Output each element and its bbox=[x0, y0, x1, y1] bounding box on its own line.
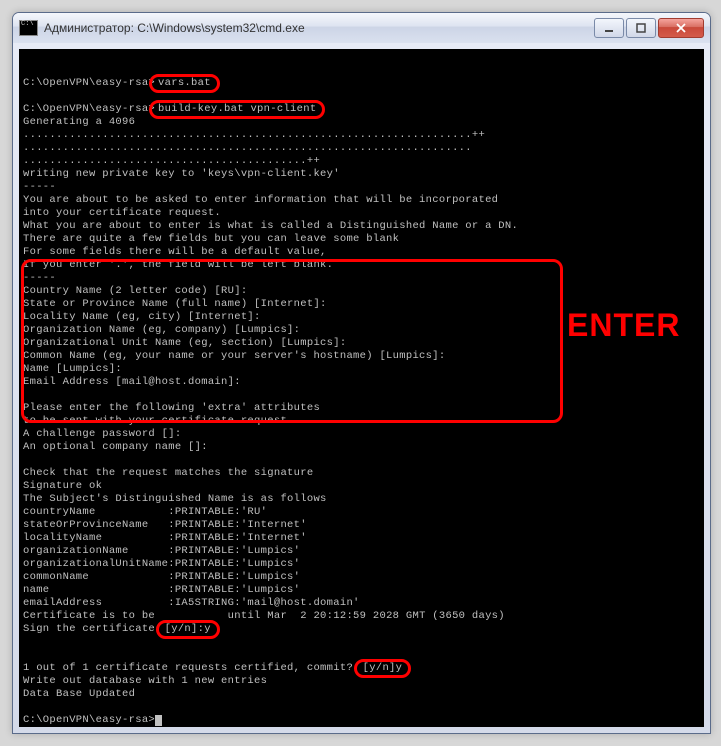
output-line: stateOrProvinceName :PRINTABLE:'Internet… bbox=[23, 519, 307, 531]
prompt-line: Country Name (2 letter code) [RU]: bbox=[23, 285, 247, 297]
highlight-cmd1: vars.bat bbox=[149, 74, 220, 93]
output-line: Please enter the following 'extra' attri… bbox=[23, 402, 320, 414]
output-line: The Subject's Distinguished Name is as f… bbox=[23, 493, 327, 505]
prompt: C:\OpenVPN\easy-rsa> bbox=[23, 714, 155, 726]
prompt-line: State or Province Name (full name) [Inte… bbox=[23, 298, 327, 310]
cmd-window: C:\ Администратор: C:\Windows\system32\c… bbox=[12, 12, 711, 734]
output-line: name :PRINTABLE:'Lumpics' bbox=[23, 584, 300, 596]
output-line: ........................................… bbox=[23, 142, 472, 154]
blank-line bbox=[23, 64, 30, 76]
highlight-cmd2: build-key.bat vpn-client bbox=[149, 100, 325, 119]
output-line: You are about to be asked to enter infor… bbox=[23, 194, 498, 206]
prompt-line: A challenge password []: bbox=[23, 428, 181, 440]
prompt-line: Organizational Unit Name (eg, section) [… bbox=[23, 337, 346, 349]
cursor bbox=[155, 715, 162, 726]
titlebar[interactable]: C:\ Администратор: C:\Windows\system32\c… bbox=[13, 13, 710, 43]
prompt-line: Common Name (eg, your name or your serve… bbox=[23, 350, 445, 362]
output-line: Data Base Updated bbox=[23, 688, 135, 700]
output-line: ----- bbox=[23, 181, 56, 193]
console-frame: C:\OpenVPN\easy-rsa>vars.bat C:\OpenVPN\… bbox=[13, 43, 710, 733]
output-line: emailAddress :IA5STRING:'mail@host.domai… bbox=[23, 597, 360, 609]
close-button[interactable] bbox=[658, 18, 704, 38]
output-line: Signature ok bbox=[23, 480, 102, 492]
output-line: Check that the request matches the signa… bbox=[23, 467, 313, 479]
window-controls bbox=[594, 18, 704, 38]
minimize-button[interactable] bbox=[594, 18, 624, 38]
output-line: If you enter '.', the field will be left… bbox=[23, 259, 333, 271]
maximize-button[interactable] bbox=[626, 18, 656, 38]
output-line: countryName :PRINTABLE:'RU' bbox=[23, 506, 267, 518]
prompt-line: An optional company name []: bbox=[23, 441, 208, 453]
output-line: Write out database with 1 new entries bbox=[23, 675, 267, 687]
prompt-line: Organization Name (eg, company) [Lumpics… bbox=[23, 324, 300, 336]
output-line: organizationName :PRINTABLE:'Lumpics' bbox=[23, 545, 300, 557]
cmd-icon: C:\ bbox=[19, 20, 38, 36]
output-line: until Mar 2 20:12:59 2028 GMT (3650 days… bbox=[228, 610, 505, 622]
output-line: writing new private key to 'keys\vpn-cli… bbox=[23, 168, 340, 180]
output-line: ........................................… bbox=[23, 155, 320, 167]
output-line: Sign the certificate bbox=[23, 623, 162, 635]
highlight-sign: [y/n]:y bbox=[156, 620, 220, 639]
output-line: What you are about to enter is what is c… bbox=[23, 220, 518, 232]
output-line: Generating a 4096 bbox=[23, 116, 135, 128]
output-line: organizationalUnitName:PRINTABLE:'Lumpic… bbox=[23, 558, 300, 570]
output-line: For some fields there will be a default … bbox=[23, 246, 327, 258]
prompt-line: Locality Name (eg, city) [Internet]: bbox=[23, 311, 261, 323]
output-line: 1 out of 1 certificate requests certifie… bbox=[23, 662, 360, 674]
console-output[interactable]: C:\OpenVPN\easy-rsa>vars.bat C:\OpenVPN\… bbox=[19, 49, 704, 727]
prompt: C:\OpenVPN\easy-rsa> bbox=[23, 77, 155, 89]
output-line: There are quite a few fields but you can… bbox=[23, 233, 399, 245]
prompt-line: Email Address [mail@host.domain]: bbox=[23, 376, 241, 388]
highlight-commit: [y/n]y bbox=[354, 659, 412, 678]
prompt: C:\OpenVPN\easy-rsa> bbox=[23, 103, 155, 115]
output-line: to be sent with your certificate request bbox=[23, 415, 287, 427]
output-line: commonName :PRINTABLE:'Lumpics' bbox=[23, 571, 300, 583]
prompt-line: Name [Lumpics]: bbox=[23, 363, 122, 375]
enter-annotation: ENTER bbox=[567, 319, 680, 332]
window-title: Администратор: C:\Windows\system32\cmd.e… bbox=[44, 21, 594, 35]
output-line: Certificate is to be bbox=[23, 610, 162, 622]
output-line: into your certificate request. bbox=[23, 207, 221, 219]
output-line: ........................................… bbox=[23, 129, 485, 141]
output-line: localityName :PRINTABLE:'Internet' bbox=[23, 532, 307, 544]
output-line: ----- bbox=[23, 272, 56, 284]
